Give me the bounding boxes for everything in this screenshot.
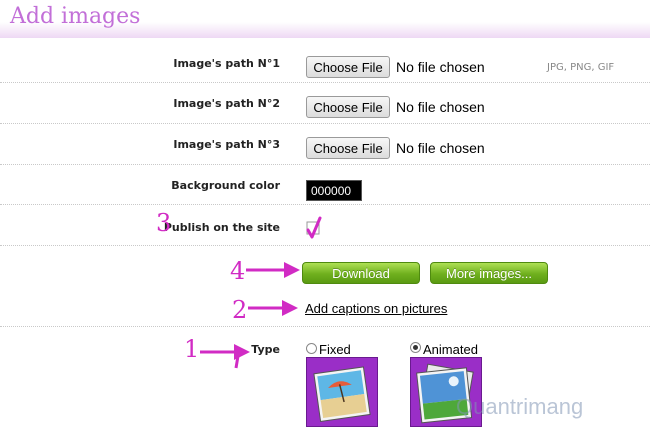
annotation-number-2: 2 <box>232 296 248 324</box>
annotation-number-3: 3 <box>156 209 172 237</box>
file-status-1: No file chosen <box>396 59 485 75</box>
publish-label: Publish on the site <box>163 221 280 234</box>
image-path-3-label: Image's path N°3 <box>173 138 280 151</box>
watermark: Quantrimang <box>456 394 584 419</box>
annotation-arrow-2 <box>248 300 298 316</box>
image-path-1-label: Image's path N°1 <box>173 57 280 70</box>
form-row-image-3: Image's path N°3 Choose File No file cho… <box>0 124 650 165</box>
type-fixed-radio[interactable] <box>306 343 317 354</box>
formats-hint: JPG, PNG, GIF <box>547 62 615 73</box>
background-color-input[interactable]: 000000 <box>306 180 362 201</box>
choose-file-button-1[interactable]: Choose File <box>306 56 390 78</box>
type-label: Type <box>251 343 280 356</box>
add-captions-link[interactable]: Add captions on pictures <box>305 301 447 316</box>
form-row-image-2: Image's path N°2 Choose File No file cho… <box>0 83 650 124</box>
file-status-3: No file chosen <box>396 140 485 156</box>
type-animated-radio[interactable] <box>410 342 421 353</box>
choose-file-button-2[interactable]: Choose File <box>306 96 390 118</box>
type-fixed-label: Fixed <box>319 342 351 357</box>
form-row-publish: Publish on the site <box>0 205 650 246</box>
annotation-number-1: 1 <box>184 335 200 363</box>
choose-file-button-3[interactable]: Choose File <box>306 137 390 159</box>
download-button[interactable]: Download <box>302 262 420 284</box>
annotation-number-4: 4 <box>230 257 246 285</box>
annotation-arrow-1 <box>200 344 250 369</box>
annotation-arrow-4 <box>246 262 300 278</box>
image-path-2-label: Image's path N°2 <box>173 97 280 110</box>
form-row-image-1: Image's path N°1 Choose File No file cho… <box>0 42 650 83</box>
type-animated-label: Animated <box>423 342 478 357</box>
page-header: Add images <box>0 0 650 38</box>
background-color-label: Background color <box>171 179 280 192</box>
file-status-2: No file chosen <box>396 99 485 115</box>
more-images-button[interactable]: More images... <box>430 262 548 284</box>
page-title: Add images <box>10 4 141 29</box>
beach-photo-icon[interactable] <box>306 357 378 427</box>
publish-checkbox[interactable] <box>306 216 322 240</box>
